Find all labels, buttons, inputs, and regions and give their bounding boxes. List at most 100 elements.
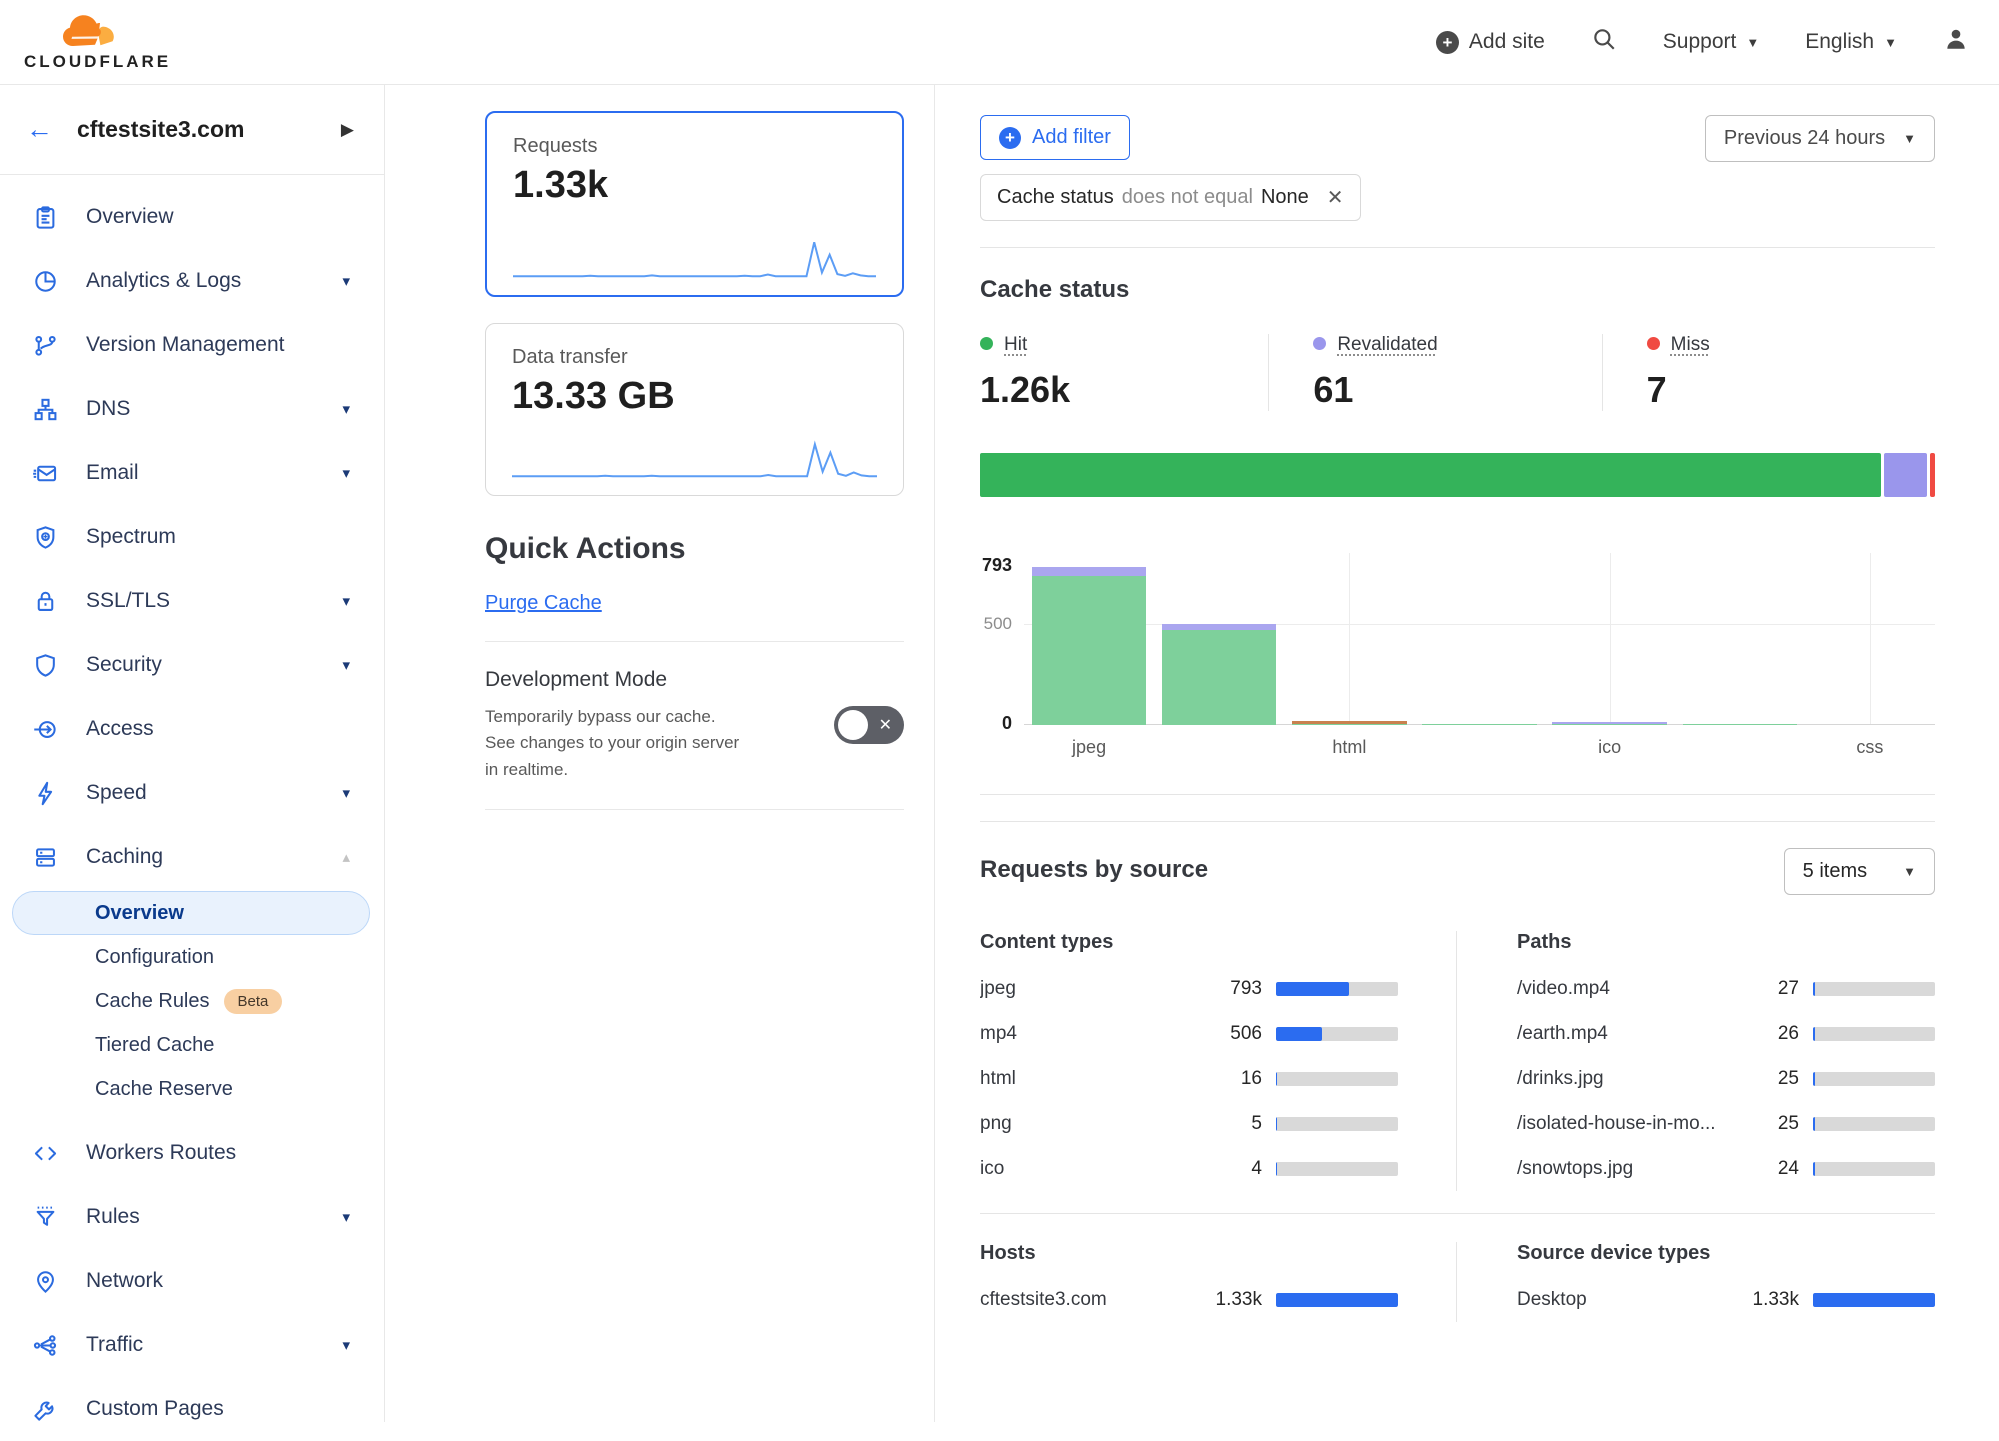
- sidebar-item-label: Speed: [86, 781, 342, 805]
- y-axis-tick: 500: [984, 614, 1012, 634]
- sidebar-subitem-cache-reserve[interactable]: Cache Reserve: [12, 1067, 370, 1111]
- back-arrow-icon[interactable]: ←: [26, 114, 53, 145]
- row-bar-fill: [1813, 1293, 1935, 1307]
- x-axis-label: [1675, 737, 1805, 758]
- sidebar-item-overview[interactable]: Overview: [0, 185, 384, 249]
- cache-stat-label[interactable]: Revalidated: [1337, 334, 1437, 355]
- sidebar-item-spectrum[interactable]: Spectrum: [0, 505, 384, 569]
- cache-status-legend: Hit1.26kRevalidated61Miss7: [980, 334, 1935, 411]
- sidebar-item-version-management[interactable]: Version Management: [0, 313, 384, 377]
- cache-stat-hit: Hit1.26k: [980, 334, 1268, 411]
- dev-mode-toggle[interactable]: ✕: [834, 706, 904, 744]
- chevron-down-icon: ▾: [342, 272, 350, 290]
- chevron-down-icon: ▼: [1903, 131, 1916, 146]
- bar-slot: [1675, 553, 1805, 725]
- plus-icon: +: [1436, 31, 1459, 54]
- cache-stat-label[interactable]: Hit: [1004, 334, 1027, 355]
- support-menu[interactable]: Support ▼: [1663, 30, 1759, 54]
- sparkline-chart: [513, 233, 876, 279]
- cloudflare-logo[interactable]: CLOUDFLARE: [24, 13, 171, 72]
- x-axis-label: ico: [1545, 737, 1675, 758]
- sidebar-item-rules[interactable]: Rules▾: [0, 1185, 384, 1249]
- toggle-off-x-icon: ✕: [879, 715, 892, 735]
- sidebar-item-label: Workers Routes: [86, 1141, 350, 1165]
- legend-dot-icon: [1313, 337, 1326, 350]
- support-label: Support: [1663, 30, 1737, 54]
- bar-segment-hit: [1292, 724, 1407, 726]
- bar-slots: [1024, 553, 1935, 725]
- search-icon[interactable]: [1591, 26, 1617, 58]
- sidebar-item-label: Spectrum: [86, 525, 350, 549]
- sidebar-item-label: Security: [86, 653, 342, 677]
- site-switcher-caret-icon[interactable]: ▶: [341, 120, 354, 140]
- sidebar-item-ssl-tls[interactable]: SSL/TLS▾: [0, 569, 384, 633]
- hosts-column: Hostscftestsite3.com1.33k: [980, 1242, 1456, 1322]
- metric-cards: Requests1.33k Data transfer13.33 GB: [485, 111, 904, 496]
- sidebar-item-speed[interactable]: Speed▾: [0, 761, 384, 825]
- cache-stat-label[interactable]: Miss: [1671, 334, 1710, 355]
- sidebar-item-network[interactable]: Network: [0, 1249, 384, 1313]
- remove-filter-icon[interactable]: ✕: [1327, 185, 1344, 210]
- chevron-down-icon: ▼: [1884, 35, 1897, 50]
- add-site-button[interactable]: + Add site: [1436, 30, 1545, 54]
- row-value: 16: [1214, 1068, 1262, 1090]
- server-stack-icon: [32, 844, 59, 871]
- sidebar-subitem-cache-rules[interactable]: Cache RulesBeta: [12, 979, 370, 1023]
- bar-ico: [1552, 722, 1667, 725]
- row-label: /drinks.jpg: [1517, 1068, 1751, 1090]
- dev-mode-title: Development Mode: [485, 668, 904, 692]
- requests-by-source-card: Requests by source 5 items ▼ Content typ…: [980, 821, 1935, 1322]
- sidebar-item-label: SSL/TLS: [86, 589, 342, 613]
- sparkline-chart: [512, 433, 877, 479]
- language-label: English: [1805, 30, 1874, 54]
- metric-card-data-transfer[interactable]: Data transfer13.33 GB: [485, 323, 904, 496]
- sidebar-subitem-label: Configuration: [95, 946, 214, 969]
- sidebar-item-traffic[interactable]: Traffic▾: [0, 1313, 384, 1377]
- metric-value: 13.33 GB: [512, 375, 877, 418]
- sidebar-item-label: Overview: [86, 205, 350, 229]
- table-row: cftestsite3.com1.33k: [980, 1277, 1398, 1322]
- sidebar-subitem-tiered-cache[interactable]: Tiered Cache: [12, 1023, 370, 1067]
- sidebar-item-label: Custom Pages: [86, 1397, 350, 1421]
- row-label: /earth.mp4: [1517, 1023, 1751, 1045]
- bolt-icon: [32, 780, 59, 807]
- language-menu[interactable]: English ▼: [1805, 30, 1897, 54]
- user-account-icon[interactable]: [1943, 26, 1969, 58]
- row-value: 1.33k: [1214, 1289, 1262, 1311]
- sidebar-item-workers-routes[interactable]: Workers Routes: [0, 1121, 384, 1185]
- sidebar-item-analytics-logs[interactable]: Analytics & Logs▾: [0, 249, 384, 313]
- sidebar-item-label: Version Management: [86, 333, 350, 357]
- table-row: /snowtops.jpg24: [1517, 1146, 1935, 1191]
- table-row: html16: [980, 1056, 1398, 1101]
- bar-segment-hit: [1422, 724, 1537, 726]
- quick-actions-title: Quick Actions: [485, 532, 904, 566]
- x-axis-label: jpeg: [1024, 737, 1154, 758]
- sidebar-item-dns[interactable]: DNS▾: [0, 377, 384, 441]
- sidebar-subitem-overview[interactable]: Overview: [12, 891, 370, 935]
- sidebar-item-security[interactable]: Security▾: [0, 633, 384, 697]
- funnel-icon: [32, 1204, 59, 1231]
- time-range-label: Previous 24 hours: [1724, 127, 1885, 150]
- time-range-select[interactable]: Previous 24 hours ▼: [1705, 115, 1935, 162]
- cache-stat-label-row: Revalidated: [1313, 334, 1601, 356]
- chevron-down-icon: ▾: [342, 1336, 350, 1354]
- sidebar-item-email[interactable]: Email▾: [0, 441, 384, 505]
- filter-value: None: [1261, 186, 1309, 209]
- sidebar-subitem-configuration[interactable]: Configuration: [12, 935, 370, 979]
- row-bar-fill: [1813, 1117, 1815, 1131]
- table-row: /video.mp427: [1517, 966, 1935, 1011]
- row-label: html: [980, 1068, 1214, 1090]
- chevron-down-icon: ▾: [342, 400, 350, 418]
- sidebar-item-caching[interactable]: Caching▴: [0, 825, 384, 889]
- bar-segment-revalidated: [1032, 567, 1147, 576]
- metric-card-requests[interactable]: Requests1.33k: [485, 111, 904, 297]
- filter-chip[interactable]: Cache status does not equal None ✕: [980, 174, 1361, 221]
- purge-cache-link[interactable]: Purge Cache: [485, 592, 602, 615]
- sidebar-item-label: Traffic: [86, 1333, 342, 1357]
- sidebar-item-access[interactable]: Access: [0, 697, 384, 761]
- sidebar-item-custom-pages[interactable]: Custom Pages: [0, 1377, 384, 1441]
- sidebar-item-label: Caching: [86, 845, 342, 869]
- row-bar-fill: [1813, 1162, 1815, 1176]
- add-filter-button[interactable]: + Add filter: [980, 115, 1130, 160]
- items-count-select[interactable]: 5 items ▼: [1784, 848, 1935, 895]
